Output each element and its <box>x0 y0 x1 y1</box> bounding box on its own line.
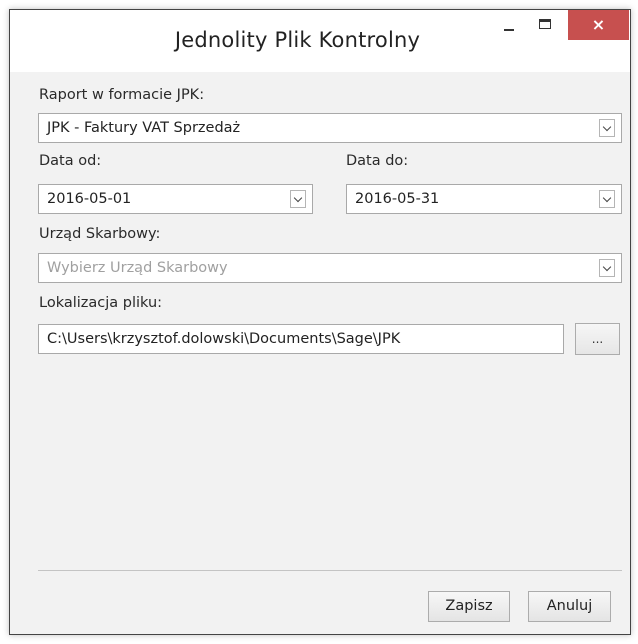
tax-office-placeholder: Wybierz Urząd Skarbowy <box>47 260 228 276</box>
close-button[interactable]: × <box>568 10 629 40</box>
date-to-value: 2016-05-31 <box>355 191 440 207</box>
footer-divider <box>38 570 622 571</box>
report-format-label: Raport w formacie JPK: <box>39 87 205 103</box>
maximize-button[interactable] <box>532 10 558 40</box>
file-location-input[interactable]: C:\Users\krzysztof.dolowski\Documents\Sa… <box>38 324 564 354</box>
report-format-select[interactable]: JPK - Faktury VAT Sprzedaż <box>38 113 622 143</box>
tax-office-label: Urząd Skarbowy: <box>39 226 161 242</box>
date-from-label: Data od: <box>39 153 102 169</box>
date-to-label: Data do: <box>346 153 409 169</box>
cancel-button[interactable]: Anuluj <box>528 591 611 622</box>
file-location-label: Lokalizacja pliku: <box>39 295 163 311</box>
save-button[interactable]: Zapisz <box>428 591 510 622</box>
minimize-button[interactable] <box>496 10 522 40</box>
chevron-down-icon[interactable] <box>599 259 615 277</box>
chevron-down-icon[interactable] <box>599 190 615 208</box>
title-bar[interactable]: Jednolity Plik Kontrolny × <box>10 10 630 72</box>
dialog-window: Jednolity Plik Kontrolny × Raport w form… <box>9 9 631 635</box>
report-format-value: JPK - Faktury VAT Sprzedaż <box>47 120 241 136</box>
date-from-value: 2016-05-01 <box>47 191 132 207</box>
date-to-select[interactable]: 2016-05-31 <box>346 184 622 214</box>
chevron-down-icon[interactable] <box>599 119 615 137</box>
browse-button[interactable]: ... <box>575 323 620 355</box>
chevron-down-icon[interactable] <box>290 190 306 208</box>
date-from-select[interactable]: 2016-05-01 <box>38 184 313 214</box>
tax-office-select[interactable]: Wybierz Urząd Skarbowy <box>38 253 622 283</box>
